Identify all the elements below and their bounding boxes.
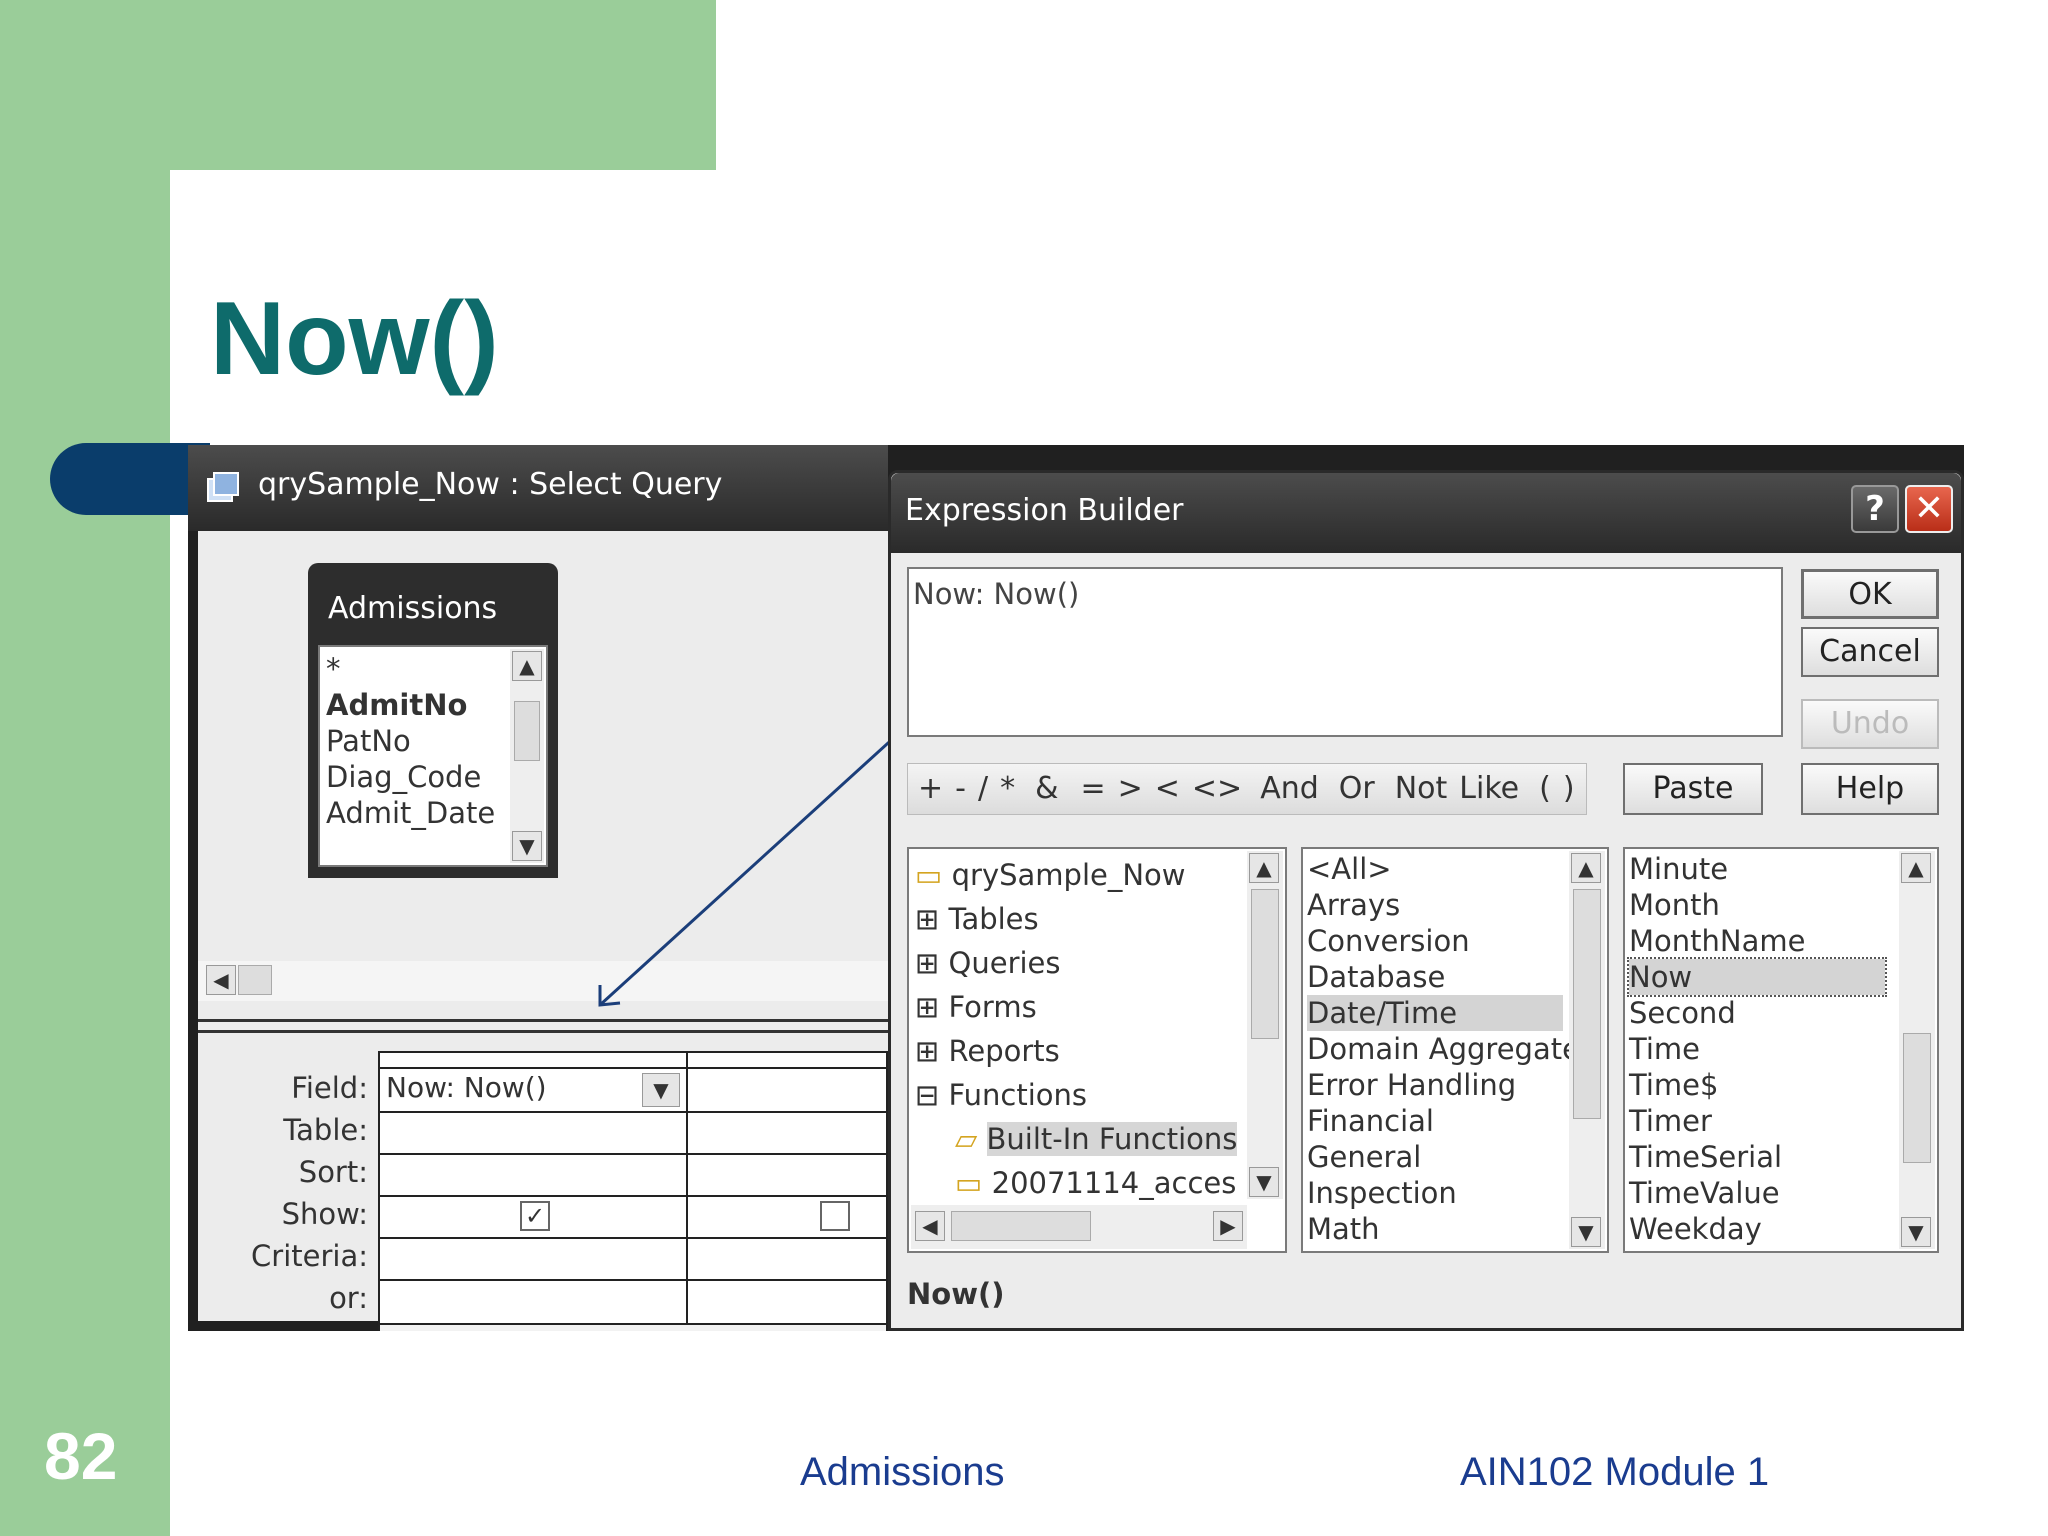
tree-item[interactable]: ⊞ Forms (915, 985, 1235, 1029)
category-vscroll[interactable]: ▲ ▼ (1569, 851, 1605, 1249)
tree-item[interactable]: ⊞ Reports (915, 1029, 1235, 1073)
list-item[interactable]: Financial (1307, 1103, 1563, 1139)
folder-icon: ▭ (955, 1166, 992, 1200)
scroll-thumb[interactable] (951, 1211, 1091, 1241)
footer-right: AIN102 Module 1 (1460, 1450, 1770, 1494)
list-item[interactable]: Second (1629, 995, 1885, 1031)
folder-icon: ▭ (915, 858, 952, 892)
op-or-button[interactable]: Or (1333, 764, 1381, 814)
list-item[interactable]: Inspection (1307, 1175, 1563, 1211)
list-item[interactable]: Timer (1629, 1103, 1885, 1139)
tree-hscroll[interactable]: ◀ ▶ (911, 1205, 1247, 1249)
op-less-button[interactable]: < (1149, 764, 1186, 814)
category-list: <All> Arrays Conversion Database Date/Time Do… (1307, 851, 1580, 1247)
list-item[interactable]: Domain Aggregate (1307, 1031, 1580, 1067)
tree-vscroll[interactable]: ▲ ▼ (1247, 851, 1283, 1199)
tree-item[interactable]: ▭ 20071114_access (915, 1161, 1235, 1205)
op-open-paren-button[interactable]: ( (1533, 764, 1557, 814)
tree-item[interactable]: ⊞ Tables (915, 897, 1235, 941)
object-tree: ▭ qrySample_Now ⊞ Tables ⊞ Queries ⊞ For… (915, 853, 1238, 1205)
function-vscroll[interactable]: ▲ ▼ (1899, 851, 1935, 1249)
expression-builder-titlebar[interactable]: Expression Builder ? ✕ (891, 473, 1961, 553)
list-item[interactable]: Time$ (1629, 1067, 1885, 1103)
slide: Now() qrySample_Now : Select Query Admis… (0, 0, 2048, 1536)
expression-builder-window: Expression Builder ? ✕ Now: Now() OK Can… (888, 470, 1964, 1331)
tree-item-selected[interactable]: ▱ Built-In Functions (915, 1117, 1238, 1161)
chevron-down-icon[interactable]: ▼ (1571, 1217, 1601, 1247)
open-folder-icon: ▱ (955, 1122, 987, 1156)
operator-bar: + - / * & = > < <> And Or Not Like() (907, 763, 1587, 815)
op-equals-button[interactable]: = (1074, 764, 1111, 814)
list-item[interactable]: Conversion (1307, 923, 1563, 959)
help-question-icon[interactable]: ? (1851, 485, 1899, 533)
expression-text: Now: Now() (913, 577, 1080, 611)
paste-button[interactable]: Paste (1623, 763, 1763, 815)
object-tree-pane[interactable]: ▭ qrySample_Now ⊞ Tables ⊞ Queries ⊞ For… (907, 847, 1287, 1253)
function-list-pane[interactable]: Minute Month MonthName Now Second Time Time$ Ti… (1623, 847, 1939, 1253)
op-divide-button[interactable]: / (972, 764, 994, 814)
list-item[interactable]: Database (1307, 959, 1563, 995)
list-item[interactable]: Minute (1629, 851, 1885, 887)
scroll-thumb[interactable] (1573, 889, 1601, 1119)
list-item[interactable]: Month (1629, 887, 1885, 923)
op-and-button[interactable]: And (1254, 764, 1325, 814)
screenshot: qrySample_Now : Select Query Admissions … (188, 445, 1964, 1331)
undo-button[interactable]: Undo (1801, 699, 1939, 749)
scroll-thumb[interactable] (1903, 1033, 1931, 1163)
help-button[interactable]: Help (1801, 763, 1939, 815)
expression-textbox[interactable]: Now: Now() (907, 567, 1783, 737)
ok-button[interactable]: OK (1801, 569, 1939, 619)
expression-builder-title: Expression Builder (905, 493, 1184, 528)
chevron-down-icon[interactable]: ▼ (1249, 1167, 1279, 1197)
scroll-thumb[interactable] (1251, 889, 1279, 1039)
list-item[interactable]: TimeValue (1629, 1175, 1885, 1211)
close-icon[interactable]: ✕ (1905, 485, 1953, 533)
op-plus-button[interactable]: + (912, 764, 949, 814)
list-item[interactable]: Error Handling (1307, 1067, 1563, 1103)
plus-box-icon[interactable]: ⊞ (915, 1034, 949, 1068)
list-item[interactable]: Weekday (1629, 1211, 1885, 1247)
op-like-button[interactable]: Like (1453, 764, 1525, 814)
list-item[interactable]: <All> (1307, 851, 1563, 887)
accent-pill (50, 443, 210, 515)
op-greater-button[interactable]: > (1112, 764, 1149, 814)
category-list-pane[interactable]: <All> Arrays Conversion Database Date/Time Do… (1301, 847, 1609, 1253)
op-minus-button[interactable]: - (949, 764, 972, 814)
op-close-paren-button[interactable]: ) (1557, 764, 1581, 814)
list-item[interactable]: Arrays (1307, 887, 1563, 923)
chevron-up-icon[interactable]: ▲ (1249, 853, 1279, 883)
green-left-band (0, 0, 170, 1536)
list-item[interactable]: Math (1307, 1211, 1563, 1247)
op-concat-button[interactable]: & (1029, 764, 1064, 814)
tree-item[interactable]: ⊟ Functions (915, 1073, 1235, 1117)
chevron-left-icon[interactable]: ◀ (915, 1211, 945, 1241)
tree-item[interactable]: ⊞ Queries (915, 941, 1235, 985)
list-item[interactable]: TimeSerial (1629, 1139, 1885, 1175)
list-item-selected[interactable]: Now (1627, 957, 1887, 997)
chevron-up-icon[interactable]: ▲ (1901, 853, 1931, 883)
list-item-selected[interactable]: Date/Time (1307, 995, 1563, 1031)
footer-center: Admissions (800, 1450, 1005, 1494)
plus-box-icon[interactable]: ⊞ (915, 902, 949, 936)
minus-box-icon[interactable]: ⊟ (915, 1078, 949, 1112)
plus-box-icon[interactable]: ⊞ (915, 990, 949, 1024)
chevron-right-icon[interactable]: ▶ (1213, 1211, 1243, 1241)
chevron-down-icon[interactable]: ▼ (1901, 1217, 1931, 1247)
slide-title: Now() (210, 281, 499, 397)
tree-item[interactable]: ▭ qrySample_Now (915, 853, 1235, 897)
op-multiply-button[interactable]: * (994, 764, 1021, 814)
list-item[interactable]: Time (1629, 1031, 1885, 1067)
plus-box-icon[interactable]: ⊞ (915, 946, 949, 980)
list-item[interactable]: MonthName (1629, 923, 1885, 959)
function-syntax-status: Now() (907, 1277, 1005, 1311)
op-not-button[interactable]: Not (1389, 764, 1454, 814)
function-list: Minute Month MonthName Now Second Time Time$ Ti… (1627, 851, 1887, 1247)
op-notequal-button[interactable]: <> (1186, 764, 1248, 814)
list-item[interactable]: General (1307, 1139, 1563, 1175)
cancel-button[interactable]: Cancel (1801, 627, 1939, 677)
page-number: 82 (44, 1419, 118, 1493)
chevron-up-icon[interactable]: ▲ (1571, 853, 1601, 883)
